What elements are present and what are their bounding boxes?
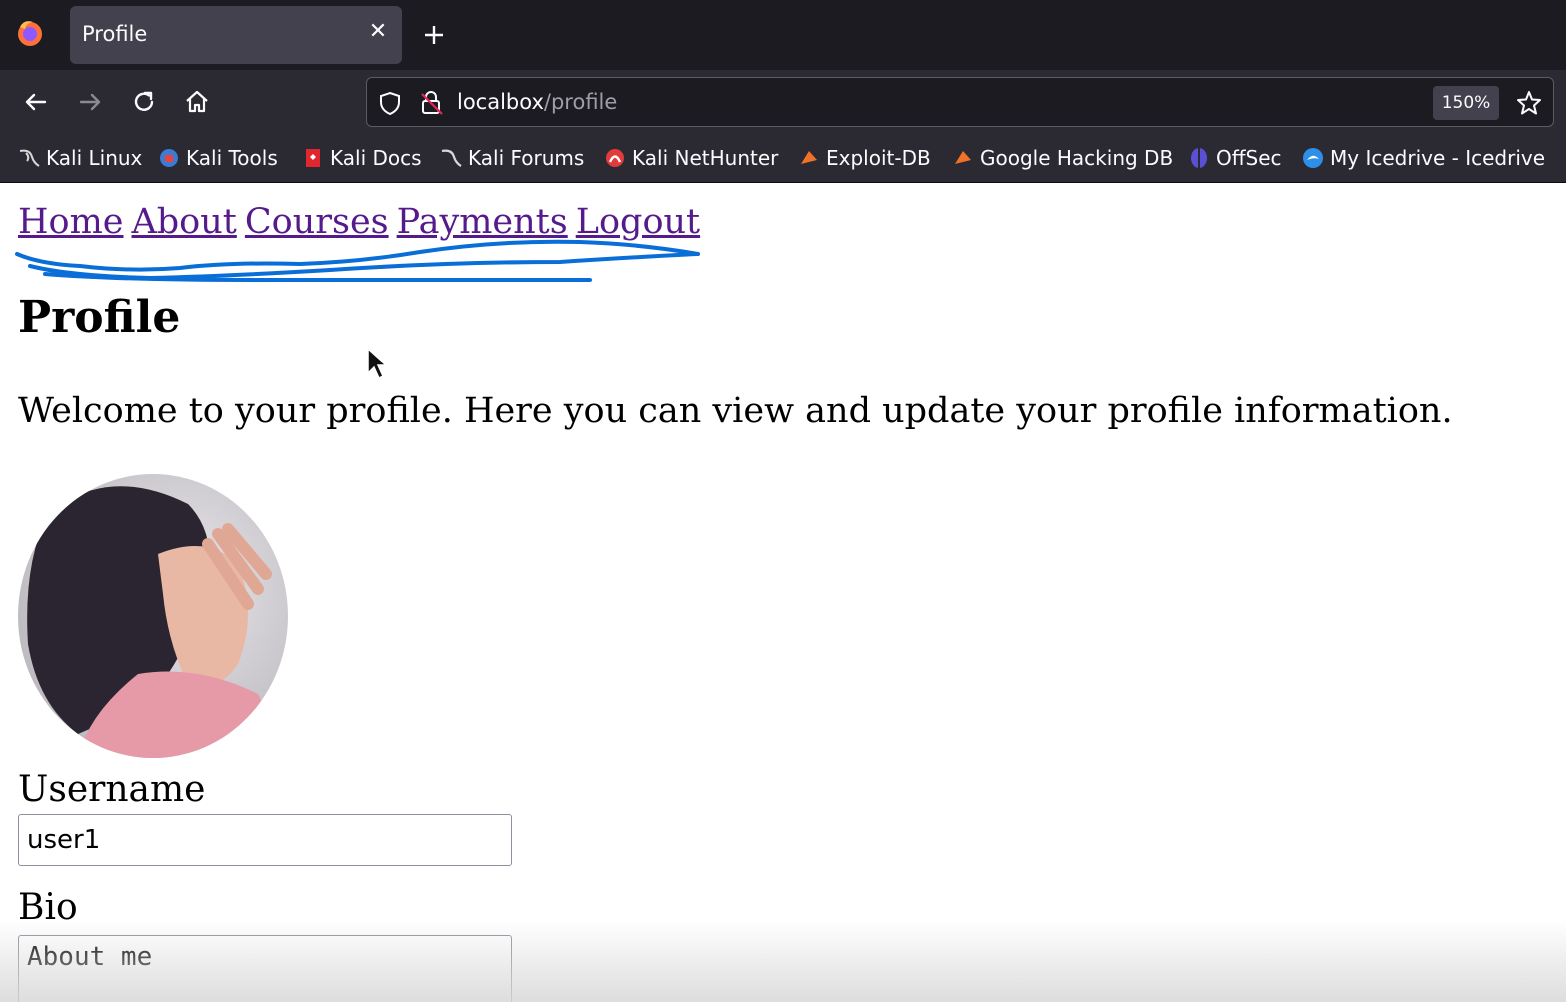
nav-link-payments[interactable]: Payments	[397, 202, 568, 242]
close-icon[interactable]: ✕	[366, 20, 390, 44]
username-label: Username	[18, 769, 206, 810]
zoom-level-badge[interactable]: 150%	[1433, 86, 1499, 120]
bookmark-kali-docs[interactable]: Kali Docs	[302, 144, 422, 172]
page-title: Profile	[18, 292, 181, 343]
nav-link-home[interactable]: Home	[18, 202, 124, 242]
bio-label: Bio	[18, 887, 78, 928]
site-nav: Home About Courses Payments Logout	[18, 202, 708, 242]
bookmark-exploit-db[interactable]: Exploit-DB	[798, 144, 931, 172]
exploit-db-icon	[801, 151, 817, 164]
nav-link-courses[interactable]: Courses	[245, 202, 389, 242]
bookmark-kali-forums[interactable]: Kali Forums	[440, 144, 584, 172]
plus-icon[interactable]	[420, 21, 448, 49]
bookmark-kali-linux[interactable]: Kali Linux	[18, 144, 142, 172]
tab-profile[interactable]: Profile ✕	[70, 6, 402, 64]
home-icon[interactable]	[180, 85, 214, 119]
icedrive-icon	[1303, 148, 1323, 168]
page-content: Home About Courses Payments Logout Profile W…	[0, 184, 1566, 1002]
bookmark-google-hacking-db[interactable]: Google Hacking DB	[952, 144, 1173, 172]
kali-docs-icon	[306, 149, 320, 167]
bookmark-icedrive[interactable]: My Icedrive - Icedrive	[1302, 144, 1545, 172]
reload-icon[interactable]	[127, 85, 161, 119]
bookmarks-toolbar: Kali Linux Kali Tools Kali Docs Kali For…	[0, 134, 1566, 183]
mouse-cursor-icon	[367, 347, 388, 380]
firefox-icon[interactable]	[14, 17, 46, 49]
url-path: /profile	[543, 90, 618, 114]
bookmark-kali-nethunter[interactable]: Kali NetHunter	[604, 144, 778, 172]
bio-field[interactable]: About me	[18, 935, 512, 1002]
nav-link-logout[interactable]: Logout	[576, 202, 700, 242]
ghdb-icon	[955, 151, 971, 164]
back-arrow-icon[interactable]	[19, 85, 53, 119]
offsec-icon	[1191, 148, 1207, 168]
star-icon[interactable]	[1515, 89, 1543, 117]
nav-link-about[interactable]: About	[132, 202, 237, 242]
kali-dragon-icon	[19, 149, 40, 167]
tab-title: Profile	[82, 22, 148, 46]
kali-forums-icon	[441, 149, 462, 167]
url-host: localbox	[457, 90, 544, 114]
navigation-toolbar: localbox/profile 150%	[0, 70, 1566, 134]
nethunter-icon	[606, 149, 624, 167]
forward-arrow-icon[interactable]	[73, 85, 107, 119]
intro-text: Welcome to your profile. Here you can vi…	[18, 391, 1453, 431]
bookmark-kali-tools[interactable]: Kali Tools	[158, 144, 278, 172]
insecure-lock-icon[interactable]	[419, 89, 445, 117]
kali-tools-icon	[160, 149, 178, 167]
tab-strip: Profile ✕	[0, 0, 1566, 70]
username-field[interactable]	[18, 814, 512, 866]
address-bar[interactable]: localbox/profile 150%	[366, 77, 1554, 127]
bookmark-offsec[interactable]: OffSec	[1188, 144, 1282, 172]
url-text[interactable]: localbox/profile	[457, 90, 617, 114]
shield-icon[interactable]	[377, 90, 403, 116]
avatar	[18, 474, 288, 758]
